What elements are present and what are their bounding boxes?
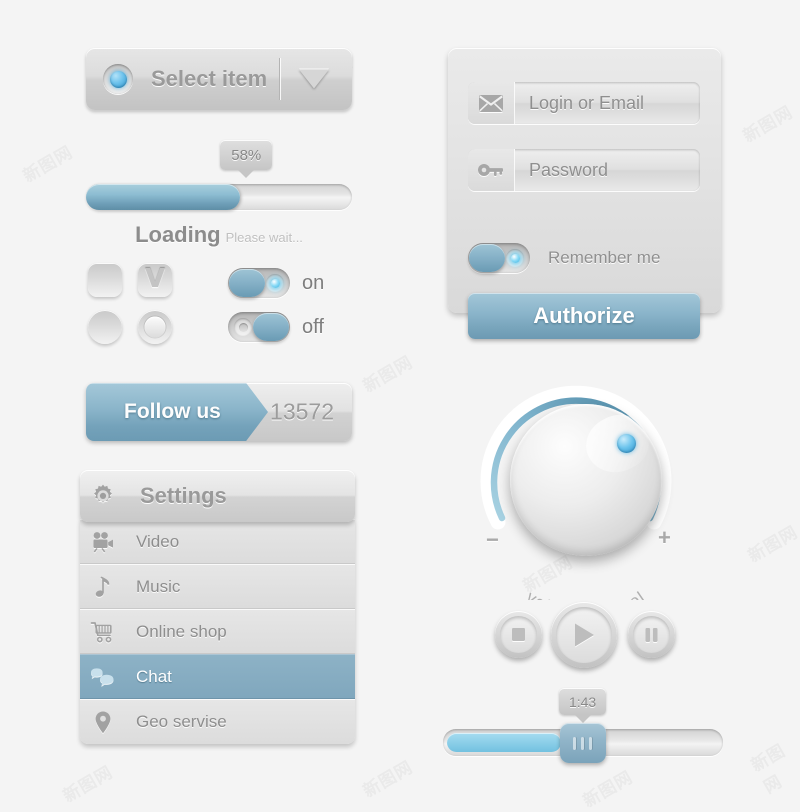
loading-label: Loading: [135, 222, 221, 247]
authorize-label: Authorize: [533, 303, 635, 328]
radio-empty-icon[interactable]: [88, 310, 122, 344]
authorize-button[interactable]: Authorize: [468, 293, 700, 339]
dropdown-divider: [279, 58, 280, 100]
volume-plus-label[interactable]: +: [658, 525, 671, 551]
progress-tooltip: 58%: [220, 140, 273, 170]
grip-line: [589, 736, 593, 750]
follow-us-button[interactable]: Follow us 13572: [86, 383, 352, 441]
grip-line: [581, 736, 585, 750]
email-field[interactable]: Login or Email: [468, 82, 700, 124]
time-slider-fill: [447, 733, 562, 752]
video-camera-icon: [80, 531, 126, 553]
volume-caption-text: volume control: [523, 587, 648, 600]
sidebar-item-music[interactable]: Music: [80, 564, 355, 609]
sidebar-item-video[interactable]: Video: [80, 519, 355, 564]
sidebar-item-label: Video: [136, 531, 180, 551]
watermark: 新图网: [19, 142, 77, 187]
watermark: 新图网: [579, 767, 637, 812]
stop-button[interactable]: [495, 611, 542, 658]
watermark: 新图网: [744, 522, 800, 567]
volume-control-group: − + volume control: [466, 372, 706, 602]
remember-me-toggle[interactable]: [468, 243, 530, 273]
settings-item-list: Video Music Online shop Chat Geo servise: [80, 519, 355, 744]
remember-me-label: Remember me: [548, 248, 661, 267]
toggle-pill: [469, 244, 505, 272]
settings-title: Settings: [140, 483, 227, 508]
select-item-label: Select item: [151, 66, 268, 91]
ui-kit-canvas: 新图网 新图网 新图网 新图网 新图网 新图网 新图网 新图网 新图网 新图网 …: [0, 0, 800, 812]
toggle-switch-on[interactable]: [228, 268, 290, 298]
email-placeholder: Login or Email: [529, 92, 645, 113]
watermark: 新图网: [739, 102, 797, 147]
grip-line: [573, 736, 577, 750]
play-icon: [575, 623, 594, 647]
progress-track[interactable]: [86, 184, 352, 210]
pause-button-inner: [633, 616, 670, 653]
volume-caption: volume control: [523, 587, 650, 600]
gear-icon: [80, 483, 126, 509]
time-tooltip: 1:43: [559, 688, 607, 715]
toggle-switch-off[interactable]: [228, 312, 290, 342]
watermark: 新图网: [359, 757, 417, 802]
sidebar-item-label: Online shop: [136, 621, 227, 641]
svg-text:volume control: volume control: [523, 587, 650, 600]
password-field[interactable]: Password: [468, 149, 700, 191]
checkbox-check-icon[interactable]: V: [138, 263, 172, 297]
sidebar-item-label: Music: [136, 576, 181, 596]
toggle-led: [506, 249, 524, 267]
toggle-led: [234, 318, 252, 336]
loading-status: Loading Please wait...: [86, 222, 352, 248]
envelope-icon: [468, 82, 515, 124]
slider-grip-icon[interactable]: [559, 723, 606, 763]
follow-us-label: Follow us: [124, 400, 221, 423]
login-panel: Login or Email Password Remember me Auth…: [448, 48, 721, 339]
please-wait-label: Please wait...: [225, 230, 303, 245]
password-placeholder: Password: [529, 159, 609, 180]
chat-bubbles-icon: [80, 666, 126, 688]
chevron-down-icon[interactable]: [299, 69, 329, 89]
sidebar-item-label: Geo servise: [136, 712, 227, 731]
settings-header[interactable]: Settings: [80, 470, 355, 522]
settings-menu: Settings Video Music Online shop Chat Ge…: [80, 470, 355, 744]
toggle-off-label: off: [302, 316, 324, 338]
shopping-cart-icon: [80, 620, 126, 644]
knob-pointer-icon: [617, 434, 636, 453]
pause-button[interactable]: [628, 611, 675, 658]
select-item-dropdown[interactable]: Select item: [86, 48, 352, 110]
toggle-pill: [253, 313, 289, 341]
sidebar-item-online-shop[interactable]: Online shop: [80, 609, 355, 654]
watermark: 新图网: [359, 352, 417, 397]
toggle-on-label: on: [302, 272, 325, 294]
music-note-icon: [80, 575, 126, 599]
radio-inner-dot: [144, 316, 166, 338]
play-button[interactable]: [551, 602, 617, 668]
check-glyph: V: [144, 264, 166, 295]
radio-filled-icon[interactable]: [138, 310, 172, 344]
key-icon: [468, 149, 515, 191]
volume-minus-label[interactable]: −: [486, 527, 499, 553]
blue-dot-icon: [103, 64, 133, 94]
stop-icon: [512, 628, 525, 641]
play-button-inner: [556, 607, 612, 663]
checkbox-empty-icon[interactable]: [88, 263, 122, 297]
sidebar-item-geo-servise[interactable]: Geo servise: [80, 699, 355, 744]
follow-us-count: 13572: [270, 398, 334, 425]
toggle-pill: [229, 269, 265, 297]
map-pin-icon: [80, 710, 126, 735]
toggle-led: [266, 274, 284, 292]
sidebar-item-chat[interactable]: Chat: [80, 654, 355, 699]
volume-knob[interactable]: [510, 404, 662, 556]
stop-button-inner: [500, 616, 537, 653]
watermark: 新图网: [748, 740, 790, 798]
sidebar-item-label: Chat: [136, 666, 172, 686]
pause-icon: [645, 627, 658, 642]
progress-fill: [86, 184, 241, 210]
